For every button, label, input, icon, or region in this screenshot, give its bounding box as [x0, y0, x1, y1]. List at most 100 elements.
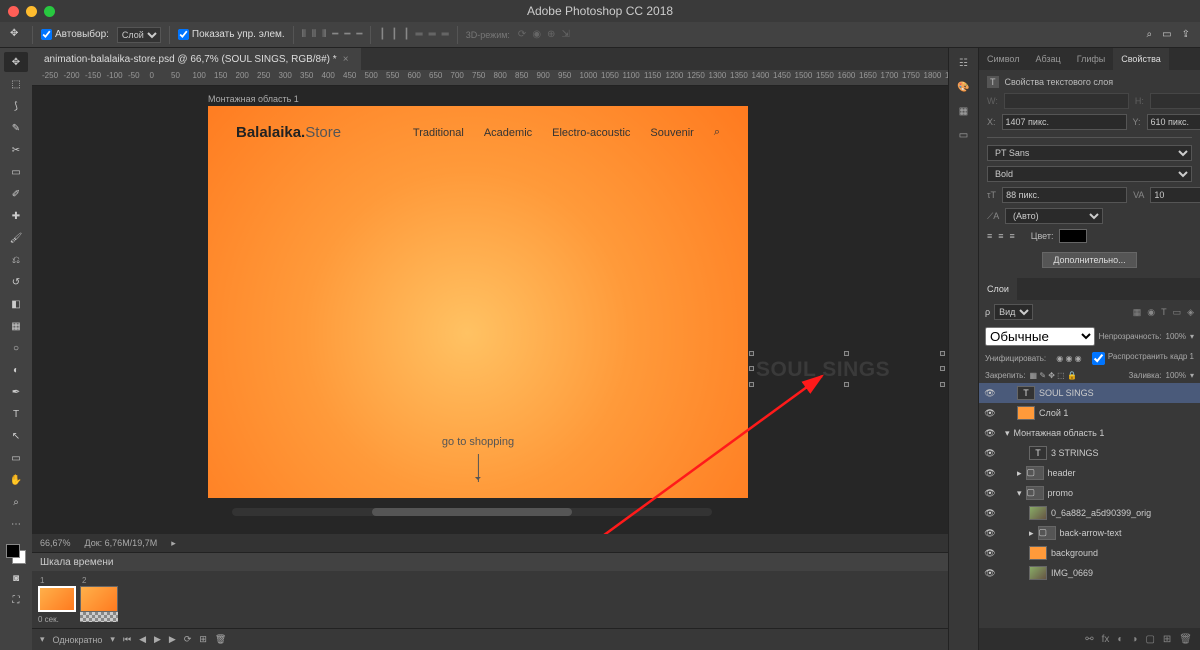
blend-mode-select[interactable]: Обычные — [985, 327, 1095, 346]
delete-frame-icon[interactable]: 🗑 — [215, 634, 226, 645]
layer-row[interactable]: 👁▾▢promo — [979, 483, 1200, 503]
layer-row[interactable]: 👁▾Монтажная область 1 — [979, 423, 1200, 443]
align-center-icon[interactable]: ≡ — [998, 231, 1003, 241]
search-icon[interactable]: ⌕ — [1147, 29, 1153, 40]
tracking-input[interactable] — [1150, 187, 1200, 203]
align-right-icon[interactable]: ≡ — [1010, 231, 1015, 241]
close-tab-icon[interactable]: × — [343, 54, 349, 65]
minimize-icon[interactable] — [26, 6, 37, 17]
move-tool[interactable]: ✥ — [4, 52, 28, 72]
artboard[interactable]: Balalaika.Store Traditional Academic Ele… — [208, 106, 748, 498]
timeline-frame[interactable]: 1 0 сек. — [38, 575, 76, 624]
font-size-input[interactable] — [1002, 187, 1127, 203]
timeline-frame[interactable]: 2 — [80, 575, 118, 624]
align-left-icon[interactable]: ≡ — [987, 231, 992, 241]
dodge-tool[interactable]: ◐ — [4, 360, 28, 380]
edit-toolbar[interactable]: ⋯ — [4, 514, 28, 534]
leading-select[interactable]: (Авто) — [1005, 208, 1103, 224]
healing-tool[interactable]: ✚ — [4, 206, 28, 226]
more-button[interactable]: Дополнительно... — [1042, 252, 1136, 268]
align-icons[interactable]: ⫴⫴⫴━━━ — [302, 29, 363, 40]
layer-mask-icon[interactable]: ◐ — [1117, 634, 1123, 645]
collapsed-panels: ☷ 🎨 ▦ ▭ — [948, 48, 978, 650]
duplicate-frame-icon[interactable]: ⊞ — [199, 634, 207, 645]
link-layers-icon[interactable]: ⚯ — [1085, 634, 1093, 645]
workspace-icon[interactable]: ▭ — [1162, 29, 1171, 40]
weight-select[interactable]: Bold — [987, 166, 1192, 182]
quick-select-tool[interactable]: ✎ — [4, 118, 28, 138]
adjustment-layer-icon[interactable]: ◑ — [1131, 634, 1137, 645]
libraries-panel-icon[interactable]: ▭ — [955, 126, 973, 144]
maximize-icon[interactable] — [44, 6, 55, 17]
color-swatches[interactable] — [4, 542, 28, 566]
tab-properties[interactable]: Свойства — [1113, 48, 1169, 70]
history-panel-icon[interactable]: ☷ — [955, 54, 973, 72]
filter-select[interactable]: Вид — [994, 304, 1033, 320]
layer-fx-icon[interactable]: fx — [1102, 634, 1110, 645]
layer-row[interactable]: 👁▸▢back-arrow-text — [979, 523, 1200, 543]
y-input[interactable] — [1147, 114, 1200, 130]
layer-row[interactable]: 👁TSOUL SINGS — [979, 383, 1200, 403]
close-icon[interactable] — [8, 6, 19, 17]
type-tool[interactable]: T — [4, 404, 28, 424]
canvas[interactable]: Монтажная область 1 Balalaika.Store Trad… — [32, 86, 948, 534]
blur-tool[interactable]: ○ — [4, 338, 28, 358]
tab-layers[interactable]: Слои — [979, 278, 1017, 300]
first-frame-icon[interactable]: ⏮ — [123, 634, 131, 645]
font-select[interactable]: PT Sans — [987, 145, 1192, 161]
tab-glyphs[interactable]: Глифы — [1069, 48, 1114, 70]
search-icon: ⌕ — [714, 126, 720, 139]
brush-tool[interactable]: 🖌 — [4, 228, 28, 248]
play-icon[interactable]: ▶ — [154, 634, 161, 645]
zoom-level[interactable]: 66,67% — [40, 538, 71, 548]
show-controls-checkbox[interactable]: Показать упр. элем. — [178, 29, 285, 40]
tab-paragraph[interactable]: Абзац — [1027, 48, 1068, 70]
new-layer-icon[interactable]: ⊞ — [1163, 634, 1171, 645]
layer-row[interactable]: 👁IMG_0669 — [979, 563, 1200, 583]
propagate-checkbox[interactable] — [1092, 352, 1105, 365]
tab-character[interactable]: Символ — [979, 48, 1027, 70]
tween-icon[interactable]: ⟳ — [184, 634, 192, 645]
panel-tabs: Символ Абзац Глифы Свойства — [979, 48, 1200, 70]
new-group-icon[interactable]: ▢ — [1145, 634, 1154, 645]
text-color-swatch[interactable] — [1059, 229, 1087, 243]
timeline-frames: 1 0 сек. 2 — [32, 571, 948, 628]
loop-mode[interactable]: Однократно — [53, 635, 103, 645]
color-panel-icon[interactable]: 🎨 — [955, 78, 973, 96]
marquee-tool[interactable]: ⬚ — [4, 74, 28, 94]
distribute-icons[interactable]: ┃┃┃═══ — [379, 29, 448, 40]
delete-layer-icon[interactable]: 🗑 — [1179, 634, 1192, 645]
layer-row[interactable]: 👁T3 STRINGS — [979, 443, 1200, 463]
autoselect-target-select[interactable]: Слой — [117, 27, 161, 43]
lasso-tool[interactable]: ⟆ — [4, 96, 28, 116]
layer-row[interactable]: 👁Слой 1 — [979, 403, 1200, 423]
frame-tool[interactable]: ▭ — [4, 162, 28, 182]
path-select-tool[interactable]: ↖ — [4, 426, 28, 446]
pen-tool[interactable]: ✒ — [4, 382, 28, 402]
history-brush-tool[interactable]: ↺ — [4, 272, 28, 292]
horizontal-scrollbar[interactable] — [232, 508, 712, 516]
swatches-panel-icon[interactable]: ▦ — [955, 102, 973, 120]
hand-tool[interactable]: ✋ — [4, 470, 28, 490]
eraser-tool[interactable]: ◧ — [4, 294, 28, 314]
share-icon[interactable]: ⇪ — [1182, 29, 1190, 40]
window-controls[interactable] — [8, 6, 55, 17]
shape-tool[interactable]: ▭ — [4, 448, 28, 468]
layer-row[interactable]: 👁background — [979, 543, 1200, 563]
layer-row[interactable]: 👁▸▢header — [979, 463, 1200, 483]
layer-row[interactable]: 👁0_6a882_a5d90399_orig — [979, 503, 1200, 523]
document-tab[interactable]: animation-balalaika-store.psd @ 66,7% (S… — [32, 48, 361, 70]
autoselect-checkbox[interactable]: Автовыбор: — [41, 29, 109, 40]
eyedropper-tool[interactable]: ✐ — [4, 184, 28, 204]
stamp-tool[interactable]: ⎌ — [4, 250, 28, 270]
prev-frame-icon[interactable]: ◀ — [139, 634, 146, 645]
screenmode-tool[interactable]: ⛶ — [4, 590, 28, 610]
quickmask-tool[interactable]: ◙ — [4, 568, 28, 588]
floating-text-layer[interactable]: SOUL SINGS — [756, 358, 890, 382]
crop-tool[interactable]: ✂ — [4, 140, 28, 160]
zoom-tool[interactable]: ⌕ — [4, 492, 28, 512]
next-frame-icon[interactable]: ▶ — [169, 634, 176, 645]
x-input[interactable] — [1002, 114, 1127, 130]
gradient-tool[interactable]: ▦ — [4, 316, 28, 336]
logo: Balalaika.Store — [236, 124, 341, 141]
